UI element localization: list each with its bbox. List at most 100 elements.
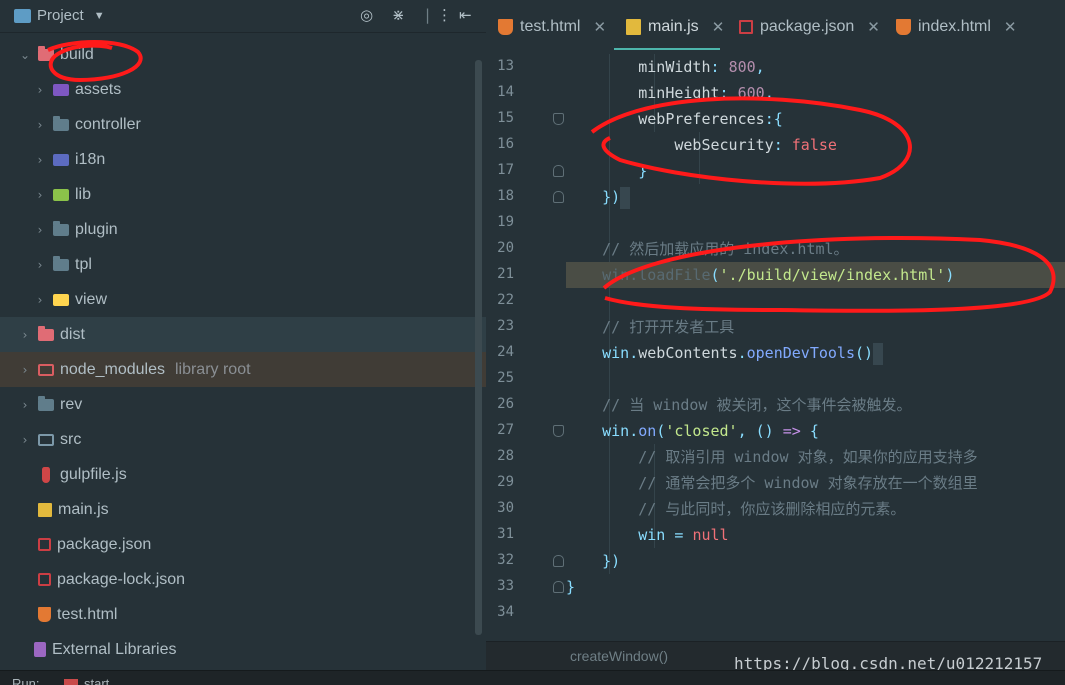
project-header: Project ▼ ◎ ⋇ | ⋮ ⇤ <box>0 0 486 33</box>
folder-green-icon <box>53 188 69 201</box>
code-line[interactable]: win.webContents.openDevTools() <box>566 340 1065 366</box>
code-line[interactable]: } <box>566 574 1065 600</box>
code-line[interactable]: minHeight: 600, <box>566 80 1065 106</box>
chevron-right-icon[interactable]: › <box>18 363 32 377</box>
tree-item[interactable]: › plugin <box>0 212 486 247</box>
chevron-right-icon[interactable]: › <box>18 328 32 342</box>
tree-item[interactable]: package.json <box>0 527 486 562</box>
fold-marker-icon[interactable] <box>553 191 564 203</box>
code-line[interactable]: minWidth: 800, <box>566 54 1065 80</box>
tree-item-label: main.js <box>58 500 109 518</box>
tree-item[interactable]: › i18n <box>0 142 486 177</box>
chevron-right-icon[interactable]: › <box>33 83 47 97</box>
code-line[interactable] <box>566 366 1065 392</box>
fold-marker-icon[interactable] <box>553 113 564 125</box>
line-number: 14 <box>497 84 514 100</box>
chevron-down-icon[interactable]: ▼ <box>94 10 105 22</box>
code-token: 800 <box>728 58 756 76</box>
code-line[interactable]: win.on('closed', () => { <box>566 418 1065 444</box>
project-view-selector[interactable]: Project ▼ <box>14 7 105 24</box>
ext-lib-icon <box>34 642 46 657</box>
code-line[interactable] <box>566 288 1065 314</box>
chevron-right-icon[interactable]: › <box>33 223 47 237</box>
tree-item[interactable]: › view <box>0 282 486 317</box>
tree-scrollbar[interactable] <box>475 60 482 635</box>
target-icon[interactable]: ◎ <box>360 6 373 24</box>
tree-item-label: lib <box>75 185 92 203</box>
chevron-right-icon[interactable]: › <box>33 293 47 307</box>
run-tab-label: start <box>84 676 110 685</box>
code-line[interactable]: // 与此同时，你应该删除相应的元素。 <box>566 496 1065 522</box>
code-line[interactable]: win = null <box>566 522 1065 548</box>
chevron-right-icon[interactable]: › <box>33 188 47 202</box>
code-area[interactable]: minWidth: 800, minHeight: 600, webPrefer… <box>566 54 1065 640</box>
tree-item[interactable]: › node_modules library root <box>0 352 486 387</box>
tree-item-label: assets <box>75 80 122 98</box>
tree-item[interactable]: test.html <box>0 597 486 632</box>
tab-test-html[interactable]: test.html ✕ <box>498 12 606 42</box>
tree-item[interactable]: › lib <box>0 177 486 212</box>
fold-marker-icon[interactable] <box>553 425 564 437</box>
tree-item[interactable]: gulpfile.js <box>0 457 486 492</box>
collapse-icon[interactable]: ⋇ <box>392 6 405 24</box>
close-icon[interactable]: ✕ <box>593 18 606 36</box>
tree-item[interactable]: External Libraries <box>0 632 486 667</box>
code-line[interactable]: // 通常会把多个 window 对象存放在一个数组里 <box>566 470 1065 496</box>
fold-marker-icon[interactable] <box>553 555 564 567</box>
tree-item-label: package-lock.json <box>57 570 186 588</box>
code-line[interactable]: // 当 window 被关闭，这个事件会被触发。 <box>566 392 1065 418</box>
code-line[interactable]: // 取消引用 window 对象，如果你的应用支持多 <box>566 444 1065 470</box>
line-number: 33 <box>497 578 514 594</box>
close-icon[interactable]: ✕ <box>867 18 880 36</box>
chevron-right-icon[interactable]: › <box>33 258 47 272</box>
chevron-right-icon[interactable]: › <box>33 153 47 167</box>
tree-item[interactable]: › assets <box>0 72 486 107</box>
tree-item[interactable]: › src <box>0 422 486 457</box>
chevron-right-icon[interactable]: › <box>18 433 32 447</box>
tree-item[interactable]: › rev <box>0 387 486 422</box>
chevron-right-icon[interactable]: › <box>33 118 47 132</box>
breadcrumb[interactable]: createWindow() <box>570 648 668 664</box>
tree-item[interactable]: › dist <box>0 317 486 352</box>
fold-marker-icon[interactable] <box>553 581 564 593</box>
line-number: 24 <box>497 344 514 360</box>
close-icon[interactable]: ✕ <box>1004 18 1017 36</box>
code-line[interactable]: // 打开开发者工具 <box>566 314 1065 340</box>
code-line[interactable] <box>566 210 1065 236</box>
close-icon[interactable]: ✕ <box>712 18 725 36</box>
tree-item-label: plugin <box>75 220 118 238</box>
tree-item-label: build <box>60 45 94 63</box>
line-number: 18 <box>497 188 514 204</box>
tree-item-label: dist <box>60 325 85 343</box>
tab-package-json[interactable]: package.json ✕ <box>739 12 880 42</box>
line-gutter: 13 14 15 16 17 18 19 20 21 22 23 24 25 26 27 28 29 30 31 32… <box>486 54 566 640</box>
code-line[interactable]: webSecurity: false <box>566 132 1065 158</box>
run-tab-start[interactable]: start <box>64 676 109 685</box>
code-line[interactable]: } <box>566 158 1065 184</box>
line-number: 19 <box>497 214 514 230</box>
fold-marker-icon[interactable] <box>553 165 564 177</box>
code-comment: // 与此同时，你应该删除相应的元素。 <box>638 500 906 518</box>
chevron-down-icon[interactable]: ⌄ <box>18 48 32 62</box>
tab-index-html[interactable]: index.html ✕ <box>896 12 1017 42</box>
project-title: Project <box>37 7 84 24</box>
tab-main-js[interactable]: main.js ✕ <box>626 12 724 42</box>
code-line[interactable]: // 然后加载应用的 index.html。 <box>566 236 1065 262</box>
tree-item[interactable]: › tpl <box>0 247 486 282</box>
code-comment: // 通常会把多个 window 对象存放在一个数组里 <box>638 474 978 492</box>
tree-item[interactable]: › controller <box>0 107 486 142</box>
code-line[interactable]: }) <box>566 548 1065 574</box>
chevron-right-icon[interactable]: › <box>18 398 32 412</box>
hide-icon[interactable]: ⇤ <box>459 6 472 24</box>
tree-item[interactable]: package-lock.json <box>0 562 486 597</box>
folder-red-icon <box>38 325 54 341</box>
code-line-current[interactable]: win.loadFile('./build/view/index.html') <box>566 262 1065 288</box>
code-line[interactable]: webPreferences:{ <box>566 106 1065 132</box>
code-line[interactable]: }) <box>566 184 1065 210</box>
tree-item[interactable]: main.js <box>0 492 486 527</box>
more-icon[interactable]: ⋮ <box>437 6 452 24</box>
tree-item[interactable]: ⌄ build <box>0 37 486 72</box>
project-folder-icon <box>14 8 31 23</box>
code-line[interactable] <box>566 600 1065 626</box>
line-number: 13 <box>497 58 514 74</box>
